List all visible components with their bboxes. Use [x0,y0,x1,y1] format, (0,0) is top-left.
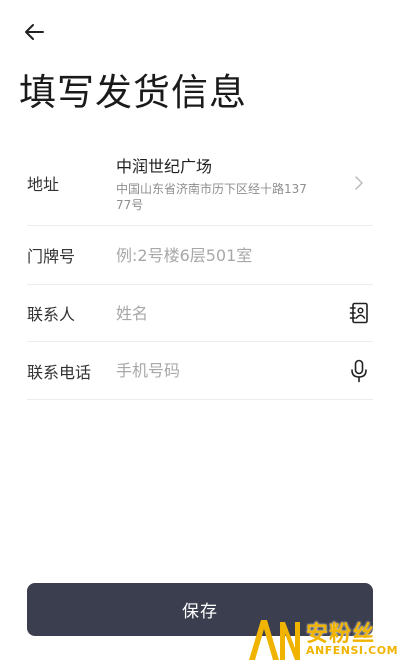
watermark-name-en: ANFENSI.COM [306,644,399,657]
save-button[interactable]: 保存 [27,583,373,636]
door-number-input[interactable] [116,245,373,265]
address-row[interactable]: 地址 中润世纪广场 中国山东省济南市历下区经十路13777号 [27,140,373,226]
door-number-row: 门牌号 [27,226,373,285]
address-chevron[interactable] [347,171,371,195]
chevron-right-icon [355,175,363,190]
address-detail: 中国山东省济南市历下区经十路13777号 [116,181,307,212]
shipping-form: 地址 中润世纪广场 中国山东省济南市历下区经十路13777号 门牌号 联系人 [27,140,373,400]
back-button[interactable] [20,20,48,44]
contact-name-input[interactable] [116,303,347,323]
microphone-icon [351,359,367,382]
contact-book-button[interactable] [347,301,371,325]
address-name: 中润世纪广场 [116,156,213,176]
phone-input[interactable] [116,361,347,380]
address-label: 地址 [27,174,60,194]
page-title: 填写发货信息 [19,71,247,114]
phone-row: 联系电话 [27,342,373,400]
address-info: 中润世纪广场 中国山东省济南市历下区经十路13777号 [116,153,347,213]
contact-label: 联系人 [27,305,76,324]
voice-input-button[interactable] [347,359,371,383]
contact-row: 联系人 [27,285,373,342]
door-number-label: 门牌号 [27,247,76,266]
arrow-left-icon [25,24,44,40]
phone-label: 联系电话 [27,362,92,382]
contact-book-icon [349,302,368,324]
